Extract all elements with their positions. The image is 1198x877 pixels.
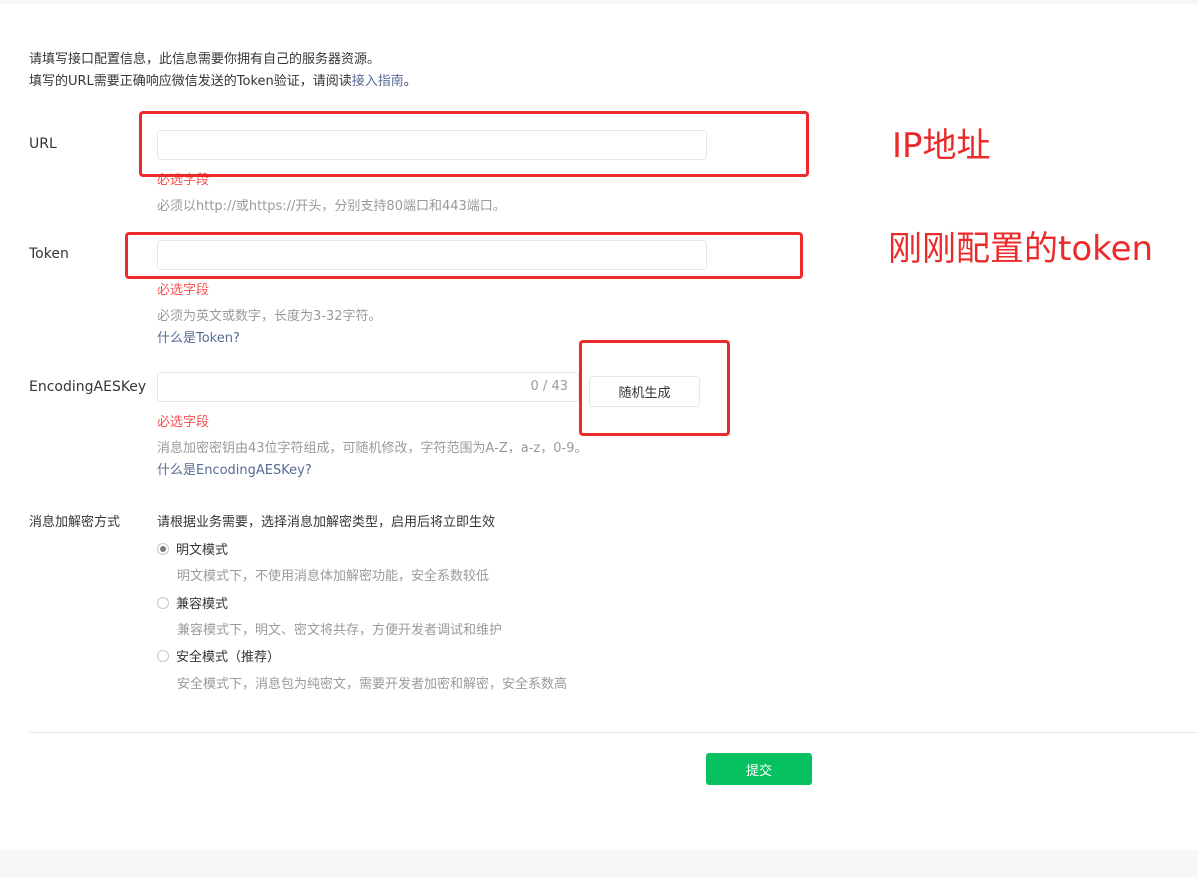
what-is-token-link[interactable]: 什么是Token? [157,327,240,346]
encryption-mode-description: 请根据业务需要，选择消息加解密类型，启用后将立即生效 [157,515,496,530]
annotation-ip-note: IP地址 [892,126,991,166]
radio-checked-icon[interactable] [157,542,169,555]
url-hint: 必须以http://或https://开头，分别支持80端口和443端口。 [157,199,506,214]
encryption-mode-label: 消息加解密方式 [29,515,121,530]
radio-compatible-desc: 兼容模式下，明文、密文将共存，方便开发者调试和维护 [177,623,503,638]
token-label: Token [29,246,69,262]
aes-key-hint: 消息加密密钥由43位字符组成，可随机修改，字符范围为A-Z，a-z，0-9。 [157,441,588,456]
intro-line-1: 请填写接口配置信息，此信息需要你拥有自己的服务器资源。 [29,52,381,67]
aes-key-label: EncodingAESKey [29,379,147,395]
submit-button[interactable]: 提交 [706,753,812,785]
radio-plaintext-label: 明文模式 [176,543,229,558]
token-error: 必选字段 [157,283,210,298]
radio-secure-label: 安全模式（推荐） [176,650,281,665]
annotation-box-url [139,111,809,177]
radio-plaintext-desc: 明文模式下，不使用消息体加解密功能，安全系数较低 [177,569,490,584]
annotation-token-note: 刚刚配置的token [888,229,1154,269]
url-label: URL [29,136,57,152]
radio-compatible-mode[interactable]: 兼容模式 [157,593,228,612]
radio-compatible-label: 兼容模式 [176,597,229,612]
radio-secure-mode[interactable]: 安全模式（推荐） [157,646,280,665]
footer-divider [29,732,1198,733]
radio-unchecked-icon[interactable] [157,596,169,609]
radio-plaintext-mode[interactable]: 明文模式 [157,539,228,558]
annotation-box-generate [579,340,730,436]
aes-key-counter: 0 / 43 [530,379,568,394]
radio-unchecked-icon[interactable] [157,649,169,662]
aes-key-error: 必选字段 [157,415,210,430]
radio-secure-desc: 安全模式下，消息包为纯密文，需要开发者加密和解密，安全系数高 [177,677,568,692]
intro-text: 请填写接口配置信息，此信息需要你拥有自己的服务器资源。 填写的URL需要正确响应… [29,49,417,93]
aes-key-input-wrapper[interactable]: 0 / 43 [157,372,579,402]
intro-line-2-suffix: 。 [403,74,417,89]
access-guide-link[interactable]: 接入指南 [352,74,404,89]
what-is-aes-key-link[interactable]: 什么是EncodingAESKey? [157,459,312,478]
token-hint: 必须为英文或数字，长度为3-32字符。 [157,309,382,324]
intro-line-2-prefix: 填写的URL需要正确响应微信发送的Token验证，请阅读 [29,74,352,89]
annotation-box-token [125,232,803,279]
aes-key-input[interactable] [158,373,578,401]
intro-line-2: 填写的URL需要正确响应微信发送的Token验证，请阅读接入指南。 [29,71,417,93]
